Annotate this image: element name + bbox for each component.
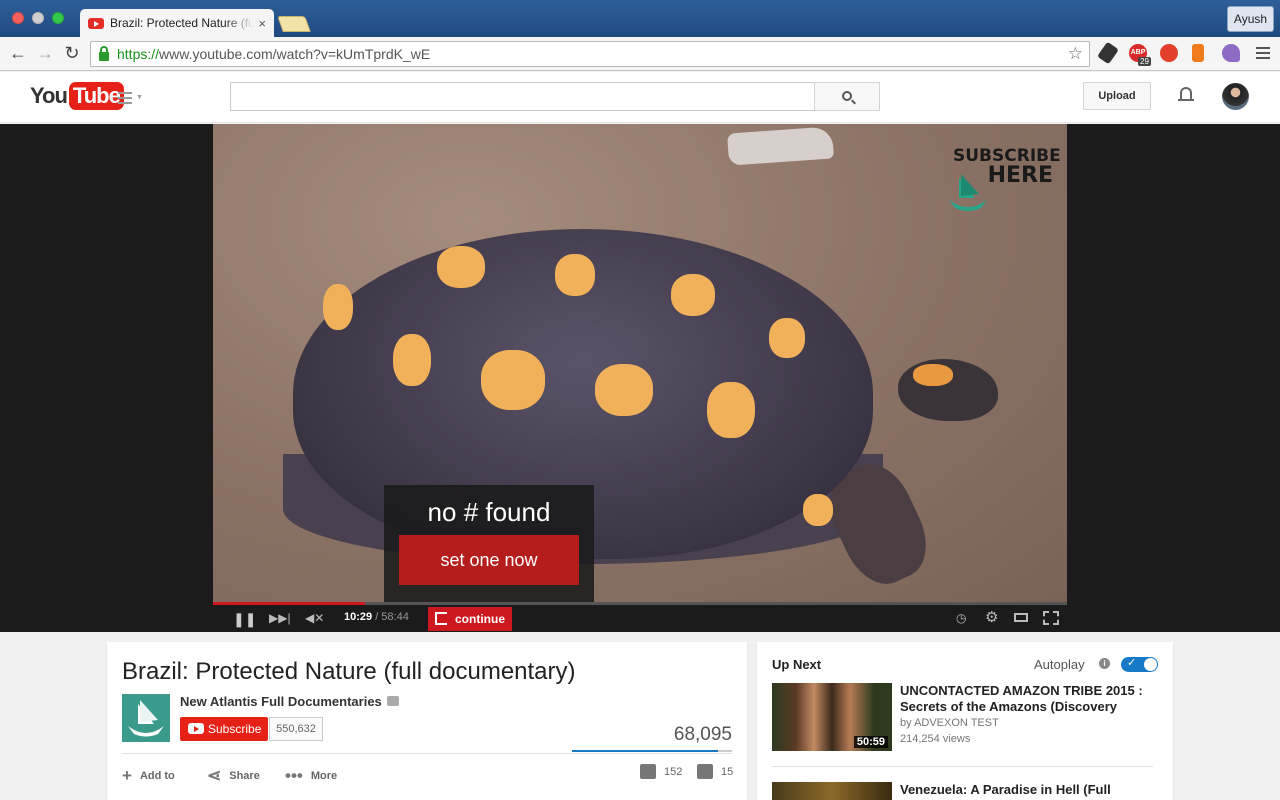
thumbs-down-icon <box>697 764 713 779</box>
burst-extension-icon[interactable] <box>1160 44 1178 62</box>
continue-button[interactable]: continue <box>428 607 512 631</box>
subscribe-button[interactable]: Subscribe <box>180 717 268 741</box>
like-ratio-fill <box>572 750 718 752</box>
more-button[interactable]: ••• More <box>285 766 337 786</box>
recommendation-views: 214,254 views <box>900 733 971 745</box>
back-arrow-icon[interactable]: ← <box>8 43 28 63</box>
share-button[interactable]: ⋖ Share <box>207 766 260 786</box>
theater-mode-icon[interactable] <box>1014 613 1028 622</box>
channel-avatar[interactable] <box>122 694 170 742</box>
video-title: Brazil: Protected Nature (full documenta… <box>122 658 576 685</box>
browser-titlebar: Brazil: Protected Nature (full documenta… <box>0 0 1280 37</box>
notifications-bell-icon[interactable] <box>1178 86 1194 104</box>
youtube-masthead: You Tube ▼ Upload <box>0 72 1280 123</box>
hashtag-overlay: no # found set one now <box>384 485 594 602</box>
chrome-menu-icon[interactable] <box>1256 47 1270 62</box>
upload-button[interactable]: Upload <box>1083 82 1151 110</box>
verified-badge-icon <box>387 696 399 706</box>
player-controls: ❚❚ ▶▶| ◀✕ 10:29 / 58:44 continue ◷ ⚙ <box>213 602 1067 632</box>
recommendation-thumbnail[interactable] <box>772 782 892 800</box>
youtube-logo[interactable]: You Tube <box>30 82 124 110</box>
adblock-count-badge: 29 <box>1138 57 1151 66</box>
url-text: https://www.youtube.com/watch?v=kUmTprdK… <box>117 46 431 62</box>
channel-name-link[interactable]: New Atlantis Full Documentaries <box>180 694 382 709</box>
profile-button[interactable]: Ayush <box>1227 6 1274 32</box>
close-window-button[interactable] <box>12 12 24 24</box>
guide-menu-icon[interactable] <box>118 92 132 107</box>
youtube-play-icon <box>188 723 204 734</box>
zoom-window-button[interactable] <box>52 12 64 24</box>
tab-close-icon[interactable]: × <box>258 16 266 31</box>
secure-lock-icon <box>99 46 109 61</box>
like-dislike-bar <box>572 750 732 752</box>
up-next-sidebar: Up Next Autoplay i ✓ 50:59 UNCONTACTED A… <box>757 642 1173 800</box>
mute-volume-icon[interactable]: ◀✕ <box>305 611 324 625</box>
up-next-heading: Up Next <box>772 657 822 672</box>
set-one-now-button[interactable]: set one now <box>399 535 579 585</box>
recommendation-channel: by ADVEXON TEST <box>900 717 999 729</box>
pause-icon[interactable]: ❚❚ <box>233 611 256 628</box>
reload-icon[interactable]: ↻ <box>62 43 82 63</box>
minimize-window-button[interactable] <box>32 12 44 24</box>
video-info-card: Brazil: Protected Nature (full documenta… <box>107 642 747 800</box>
view-count: 68,095 <box>673 724 732 745</box>
bookmark-extension-icon[interactable] <box>1192 44 1204 62</box>
youtube-favicon-icon <box>88 17 104 29</box>
next-video-icon[interactable]: ▶▶| <box>269 611 291 625</box>
like-button[interactable]: 152 <box>640 764 682 779</box>
bookmark-star-icon[interactable]: ☆ <box>1068 44 1083 64</box>
ship-logo-icon <box>949 174 987 211</box>
video-duration: 50:59 <box>853 736 888 748</box>
eyedropper-extension-icon[interactable] <box>1097 41 1119 65</box>
search-button[interactable] <box>814 82 880 111</box>
thumbs-up-icon <box>640 764 656 779</box>
user-avatar[interactable] <box>1222 83 1249 110</box>
continue-icon <box>435 612 447 625</box>
new-tab-button[interactable] <box>277 16 311 32</box>
browser-toolbar: ← → ↻ https://www.youtube.com/watch?v=kU… <box>0 37 1280 71</box>
overlay-title: no # found <box>427 497 551 527</box>
ship-logo-icon <box>128 700 164 737</box>
recommendation-title[interactable]: Venezuela: A Paradise in Hell (Full <box>900 782 1111 797</box>
forward-arrow-icon[interactable]: → <box>35 43 55 63</box>
tab-title: Brazil: Protected Nature (full documenta… <box>110 16 255 30</box>
search-input[interactable] <box>230 82 815 111</box>
watch-later-clock-icon[interactable]: ◷ <box>956 611 966 625</box>
search-icon <box>842 91 852 101</box>
subscriber-count: 550,632 <box>269 717 323 741</box>
settings-gear-icon[interactable]: ⚙ <box>985 608 998 626</box>
share-icon: ⋖ <box>207 766 222 785</box>
browser-tab-active[interactable]: Brazil: Protected Nature (full documenta… <box>80 9 274 37</box>
address-bar[interactable]: https://www.youtube.com/watch?v=kUmTprdK… <box>90 41 1090 67</box>
autoplay-label: Autoplay <box>1034 657 1085 672</box>
checkmark-icon: ✓ <box>1127 657 1137 669</box>
rocket-extension-icon[interactable] <box>1222 44 1240 62</box>
dislike-button[interactable]: 15 <box>697 764 733 779</box>
video-frame[interactable]: SUBSCRIBE HERE <box>213 124 1067 602</box>
autoplay-toggle[interactable]: ✓ <box>1121 657 1158 672</box>
info-icon[interactable]: i <box>1099 658 1110 669</box>
plus-icon: + <box>122 766 132 785</box>
progress-bar[interactable] <box>213 602 1067 605</box>
progress-bar-fill <box>213 602 365 605</box>
recommendation-title[interactable]: UNCONTACTED AMAZON TRIBE 2015 : Secrets … <box>900 683 1160 715</box>
more-dots-icon: ••• <box>285 766 303 785</box>
fullscreen-icon[interactable] <box>1043 611 1059 625</box>
guide-caret-icon: ▼ <box>136 94 143 101</box>
recommendation-thumbnail[interactable]: 50:59 <box>772 683 892 751</box>
time-display: 10:29 / 58:44 <box>344 611 409 623</box>
add-to-button[interactable]: + Add to <box>122 766 175 786</box>
